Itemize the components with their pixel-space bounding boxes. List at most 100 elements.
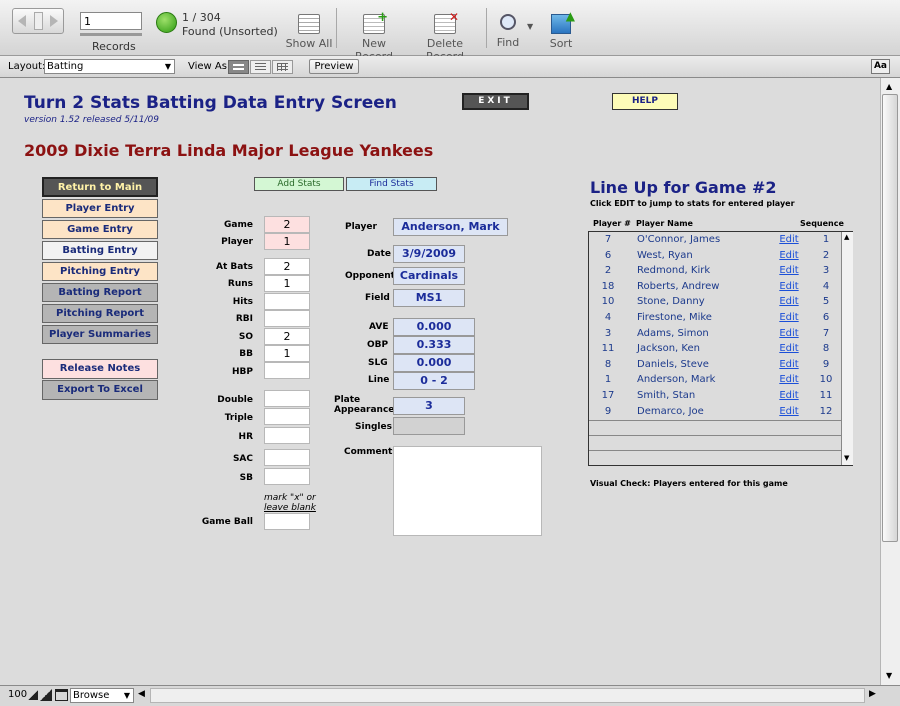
layout-label: Layout: [8,61,46,72]
edit-link[interactable]: Edit [767,341,811,357]
lineup-row: 3 Adams, Simon Edit 7 [589,326,841,342]
edit-link[interactable]: Edit [767,372,811,388]
sequence-number: 4 [822,280,830,292]
runs-field[interactable]: 1 [264,275,310,292]
view-list-icon[interactable] [250,60,271,74]
window-scrollbar[interactable]: ▲ ▼ [880,78,900,685]
scroll-down-icon[interactable]: ▼ [844,454,849,462]
at-bats-field[interactable]: 2 [264,258,310,275]
edit-link[interactable]: Edit [767,404,811,420]
zoom-out-icon[interactable] [28,690,38,700]
text-formatting-button[interactable]: Aa [871,59,890,74]
bb-field[interactable]: 1 [264,345,310,362]
so-label: SO [238,332,253,342]
triple-label: Triple [224,413,253,423]
col-player-name: Player Name [636,219,693,228]
scroll-thumb[interactable] [882,94,898,542]
field-field[interactable]: MS1 [393,289,465,307]
export-to-excel-button[interactable]: Export To Excel [42,380,158,400]
player-summaries-button[interactable]: Player Summaries [42,325,158,344]
edit-link[interactable]: Edit [767,232,811,248]
find-stats-button[interactable]: Find Stats [346,177,437,191]
scroll-left-icon[interactable]: ◀ [138,689,145,699]
edit-link[interactable]: Edit [767,279,811,295]
game-entry-button[interactable]: Game Entry [42,220,158,239]
ave-field: 0.000 [393,318,475,336]
record-number-input[interactable] [80,12,142,30]
hits-field[interactable] [264,293,310,310]
pitching-entry-button[interactable]: Pitching Entry [42,262,158,281]
layout-select[interactable]: Batting ▼ [44,59,175,74]
edit-link[interactable]: Edit [767,294,811,310]
book-navigator[interactable] [12,8,64,34]
batting-entry-button[interactable]: Batting Entry [42,241,158,260]
edit-link[interactable]: Edit [767,310,811,326]
help-button[interactable]: HELP [612,93,678,110]
find-button[interactable]: Find [493,14,523,49]
view-form-icon[interactable] [228,60,249,74]
comments-label: Comments [344,447,398,457]
edit-link[interactable]: Edit [767,248,811,264]
comments-field[interactable] [393,446,542,536]
player-name-field[interactable]: Anderson, Mark [393,218,508,236]
view-table-icon[interactable] [272,60,293,74]
hr-label: HR [238,432,253,442]
col-player-number: Player # [593,219,631,228]
edit-link[interactable]: Edit [767,326,811,342]
opponent-field[interactable]: Cardinals [393,267,465,285]
exit-button[interactable]: EXIT [462,93,529,110]
lineup-row: 10 Stone, Danny Edit 5 [589,294,841,310]
horizontal-scrollbar[interactable] [150,688,865,703]
batting-report-button[interactable]: Batting Report [42,283,158,302]
sort-button[interactable]: ▲ Sort [546,9,576,50]
zoom-level[interactable]: 100 [8,689,27,700]
double-field[interactable] [264,390,310,407]
player-number: 17 [601,389,615,401]
scroll-down-icon[interactable]: ▼ [886,671,892,680]
release-notes-label: Release Notes [59,363,141,374]
zoom-in-icon[interactable] [40,689,52,701]
find-dropdown-icon[interactable]: ▼ [527,22,533,31]
edit-link[interactable]: Edit [767,357,811,373]
return-to-main-button[interactable]: Return to Main [42,177,158,197]
sb-field[interactable] [264,468,310,485]
lineup-rows: 7 O'Connor, James Edit 1 6 West, Ryan Edit 2 2 Re… [589,232,841,419]
portal-scrollbar[interactable]: ▲ ▼ [841,232,853,465]
pitching-report-button[interactable]: Pitching Report [42,304,158,323]
player-summaries-label: Player Summaries [49,329,151,340]
scroll-up-icon[interactable]: ▲ [844,233,849,241]
mode-select[interactable]: Browse ▼ [70,688,134,703]
visual-check-note: Visual Check: Players entered for this g… [590,479,788,488]
prev-record-icon[interactable] [18,15,26,27]
edit-link[interactable]: Edit [767,388,811,404]
date-field[interactable]: 3/9/2009 [393,245,465,263]
line-label: Line [368,375,390,385]
scroll-up-icon[interactable]: ▲ [886,82,892,91]
pitching-entry-label: Pitching Entry [60,266,140,277]
sequence-number: 11 [819,389,833,401]
scroll-right-icon[interactable]: ▶ [869,689,876,699]
triple-field[interactable] [264,408,310,425]
line-field: 0 - 2 [393,372,475,390]
status-toolbar-toggle-icon[interactable] [55,689,68,701]
hbp-field[interactable] [264,362,310,379]
rbi-field[interactable] [264,310,310,327]
text-formatting-label: Aa [873,61,888,71]
game-ball-field[interactable] [264,513,310,530]
next-record-icon[interactable] [50,15,58,27]
preview-button[interactable]: Preview [309,59,359,74]
game-field[interactable]: 2 [264,216,310,233]
record-slider[interactable] [80,33,142,36]
lineup-row: 2 Redmond, Kirk Edit 3 [589,263,841,279]
player-number: 2 [604,265,612,277]
sac-field[interactable] [264,449,310,466]
add-stats-button[interactable]: Add Stats [254,177,344,191]
player-entry-button[interactable]: Player Entry [42,199,158,218]
mark-x-note: mark "x" or [264,493,316,503]
release-notes-button[interactable]: Release Notes [42,359,158,379]
hr-field[interactable] [264,427,310,444]
so-field[interactable]: 2 [264,328,310,345]
show-all-button[interactable]: Show All [285,14,333,50]
edit-link[interactable]: Edit [767,263,811,279]
player-number-field[interactable]: 1 [264,233,310,250]
